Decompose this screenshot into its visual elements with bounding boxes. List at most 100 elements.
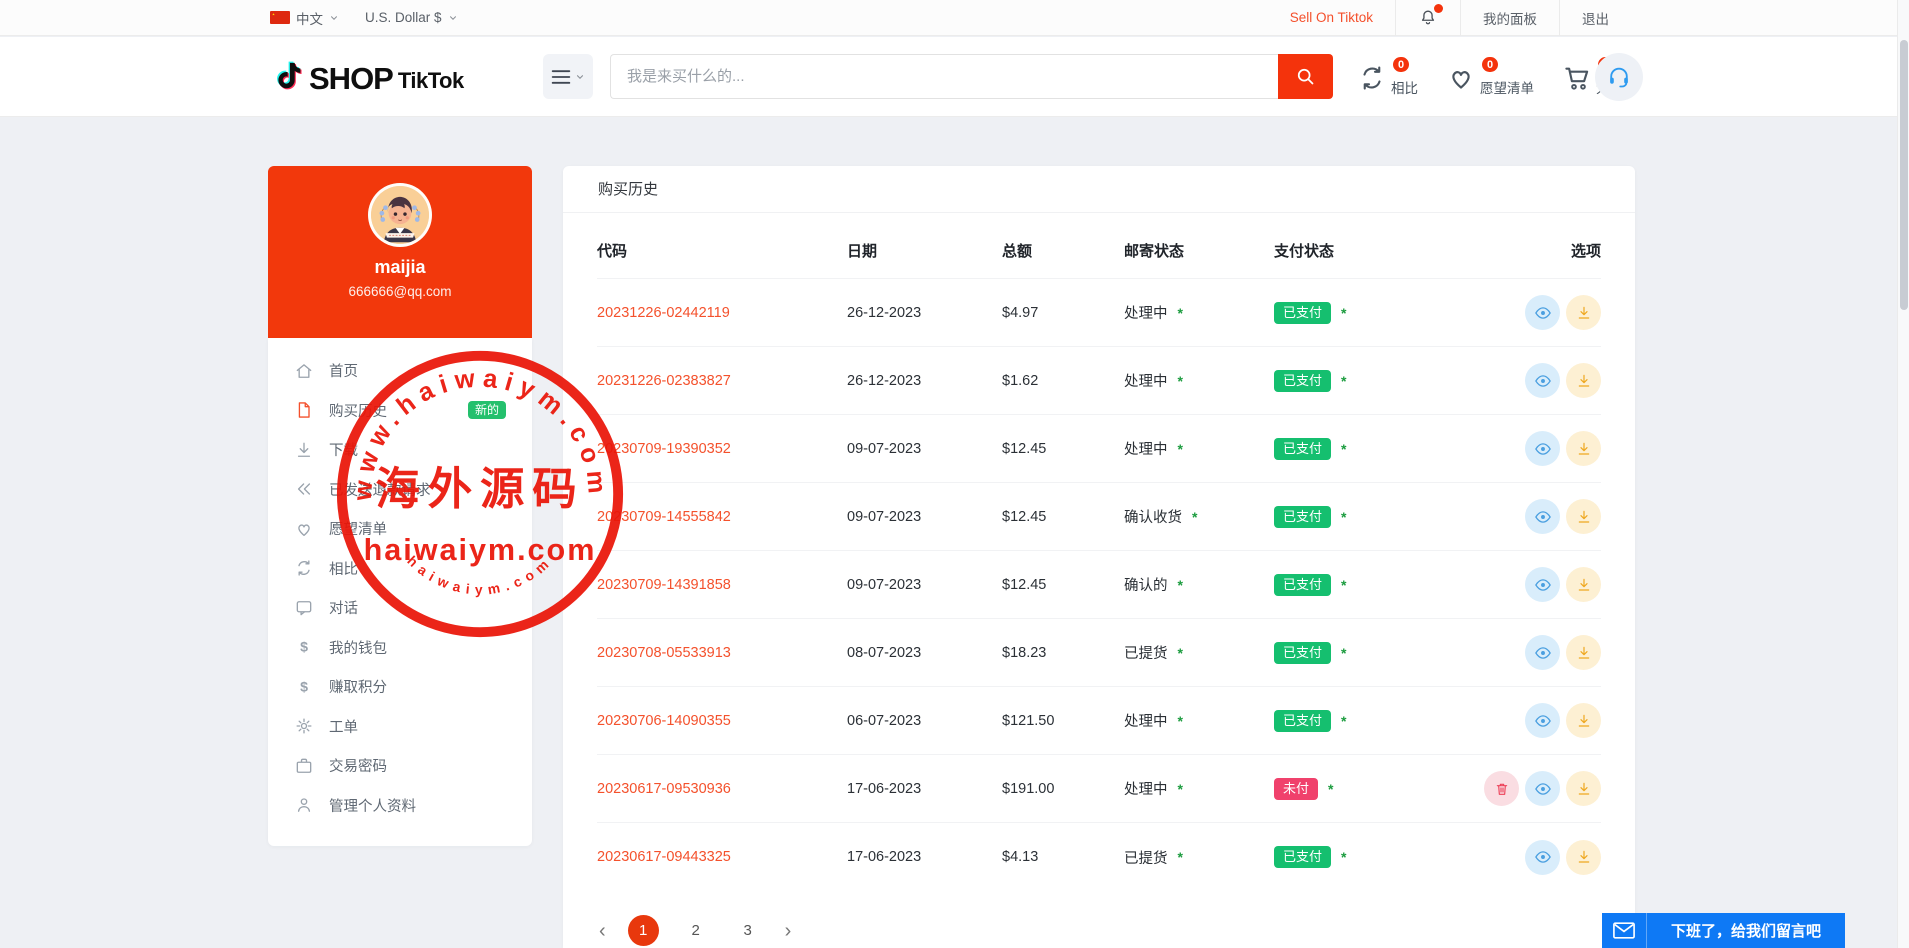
sidebar-item-download[interactable]: 下载	[268, 430, 532, 470]
sidebar-item-purchase-history[interactable]: 购买历史 新的	[268, 391, 532, 431]
download-invoice-button[interactable]	[1566, 295, 1601, 330]
view-order-button[interactable]	[1525, 771, 1560, 806]
trash-icon	[1494, 781, 1510, 797]
download-invoice-button[interactable]	[1566, 567, 1601, 602]
order-code-link[interactable]: 20231226-02383827	[597, 373, 731, 389]
pagination-page-2[interactable]: 2	[681, 922, 711, 939]
order-code-link[interactable]: 20230617-09530936	[597, 781, 731, 797]
sidebar-item-ticket[interactable]: 工单	[268, 707, 532, 747]
leave-message-text: 下班了，给我们留言吧	[1647, 920, 1845, 941]
status-asterisk: *	[1341, 713, 1346, 729]
pagination-page-1[interactable]: 1	[628, 915, 659, 946]
delete-order-button[interactable]	[1484, 771, 1519, 806]
status-asterisk: *	[1328, 781, 1333, 797]
eye-icon	[1534, 712, 1552, 730]
payment-status-badge: 已支付	[1274, 302, 1331, 324]
sidebar-item-label: 对话	[329, 597, 358, 618]
sell-on-tiktok-link[interactable]: Sell On Tiktok	[1268, 0, 1395, 36]
chevron-down-icon	[575, 72, 585, 82]
purchase-history-panel: 购买历史 代码 日期 总额 邮寄状态 支付状态 选项 20231226-0244…	[563, 166, 1635, 948]
view-order-button[interactable]	[1525, 499, 1560, 534]
download-invoice-button[interactable]	[1566, 840, 1601, 875]
logo-tiktok-text: TikTok	[398, 66, 464, 96]
order-code-link[interactable]: 20230709-14391858	[597, 577, 731, 593]
order-date: 09-07-2023	[847, 577, 1002, 593]
sidebar-item-refund-request[interactable]: 已发送退款请求	[268, 470, 532, 510]
logout-link[interactable]: 退出	[1559, 0, 1631, 36]
view-order-button[interactable]	[1525, 703, 1560, 738]
search-input[interactable]	[610, 54, 1278, 99]
download-invoice-button[interactable]	[1566, 703, 1601, 738]
col-header-code: 代码	[597, 240, 847, 261]
order-amount: $12.45	[1002, 441, 1124, 457]
sidebar-item-chat[interactable]: 对话	[268, 588, 532, 628]
view-order-button[interactable]	[1525, 840, 1560, 875]
order-date: 06-07-2023	[847, 713, 1002, 729]
download-invoice-button[interactable]	[1566, 431, 1601, 466]
sidebar-item-label: 交易密码	[329, 755, 387, 776]
payment-status-badge: 已支付	[1274, 370, 1331, 392]
sidebar-item-tx-password[interactable]: 交易密码	[268, 746, 532, 786]
order-code-link[interactable]: 20230709-14555842	[597, 509, 731, 525]
leave-message-bar[interactable]: 下班了，给我们留言吧	[1602, 913, 1845, 948]
chevron-down-icon	[448, 13, 458, 23]
language-selector[interactable]: 中文	[270, 8, 339, 28]
wishlist-label: 愿望清单	[1480, 77, 1534, 97]
sidebar-item-profile[interactable]: 管理个人资料	[268, 786, 532, 826]
sidebar-item-label: 管理个人资料	[329, 795, 416, 816]
sidebar-item-label: 愿望清单	[329, 518, 387, 539]
download-invoice-button[interactable]	[1566, 635, 1601, 670]
shipping-status: 处理中	[1124, 710, 1168, 731]
download-icon	[1576, 509, 1592, 525]
sidebar-item-wallet[interactable]: $ 我的钱包	[268, 628, 532, 668]
compare-count-badge: 0	[1391, 55, 1411, 74]
order-code-link[interactable]: 20230708-05533913	[597, 645, 731, 661]
download-icon	[1576, 577, 1592, 593]
currency-selector[interactable]: U.S. Dollar $	[365, 10, 458, 25]
sidebar-item-points[interactable]: $ 赚取积分	[268, 667, 532, 707]
sidebar-item-wishlist[interactable]: 愿望清单	[268, 509, 532, 549]
shop-logo[interactable]: SHOP TikTok	[270, 58, 464, 96]
sidebar-item-label: 首页	[329, 360, 358, 381]
sidebar-item-compare[interactable]: 相比	[268, 549, 532, 589]
view-order-button[interactable]	[1525, 635, 1560, 670]
sidebar-item-label: 购买历史	[329, 400, 387, 421]
support-button[interactable]	[1595, 53, 1643, 101]
page-scrollbar[interactable]	[1897, 0, 1909, 948]
download-invoice-button[interactable]	[1566, 771, 1601, 806]
col-header-shipping: 邮寄状态	[1124, 240, 1274, 261]
table-header-row: 代码 日期 总额 邮寄状态 支付状态 选项	[597, 213, 1601, 279]
notification-bell[interactable]	[1395, 0, 1460, 36]
payment-status-badge: 已支付	[1274, 846, 1331, 868]
view-order-button[interactable]	[1525, 431, 1560, 466]
tx-password-icon	[294, 756, 314, 776]
category-menu-button[interactable]	[543, 54, 593, 99]
view-order-button[interactable]	[1525, 567, 1560, 602]
view-order-button[interactable]	[1525, 295, 1560, 330]
order-code-link[interactable]: 20230706-14090355	[597, 713, 731, 729]
search-button[interactable]	[1278, 54, 1333, 99]
download-invoice-button[interactable]	[1566, 499, 1601, 534]
shipping-status: 确认的	[1124, 574, 1168, 595]
order-code-link[interactable]: 20230709-19390352	[597, 441, 731, 457]
shipping-status: 处理中	[1124, 438, 1168, 459]
eye-icon	[1534, 576, 1552, 594]
order-date: 17-06-2023	[847, 781, 1002, 797]
scrollbar-thumb[interactable]	[1900, 40, 1908, 310]
pagination-page-3[interactable]: 3	[733, 922, 763, 939]
table-row: 20230617-09530936 17-06-2023 $191.00 处理中…	[597, 755, 1601, 823]
points-icon: $	[294, 677, 314, 697]
order-code-link[interactable]: 20230617-09443325	[597, 849, 731, 865]
download-invoice-button[interactable]	[1566, 363, 1601, 398]
pagination-next[interactable]: ›	[785, 921, 792, 941]
sidebar-item-home[interactable]: 首页	[268, 351, 532, 391]
order-code-link[interactable]: 20231226-02442119	[597, 305, 730, 321]
pagination-prev[interactable]: ‹	[599, 921, 606, 941]
wishlist-button[interactable]: 0 愿望清单	[1446, 55, 1534, 97]
compare-button[interactable]: 0 相比	[1357, 55, 1418, 97]
sidebar-item-label: 赚取积分	[329, 676, 387, 697]
payment-status-badge: 已支付	[1274, 710, 1331, 732]
page-title: 购买历史	[563, 166, 1635, 213]
my-panel-link[interactable]: 我的面板	[1460, 0, 1559, 36]
view-order-button[interactable]	[1525, 363, 1560, 398]
